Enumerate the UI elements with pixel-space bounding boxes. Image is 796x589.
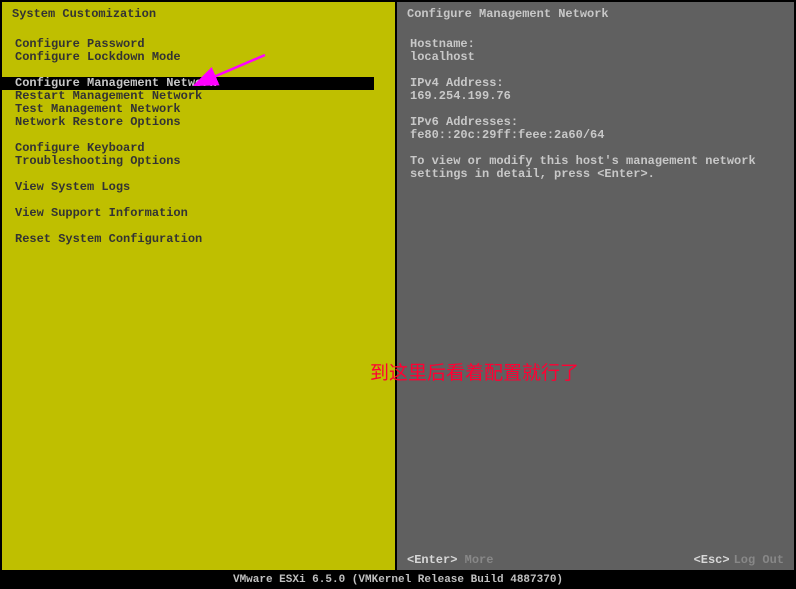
detail-panel: Hostname: localhost IPv4 Address: 169.25…: [397, 28, 794, 570]
menu-network-restore[interactable]: Network Restore Options: [15, 116, 382, 129]
menu-reset-config[interactable]: Reset System Configuration: [15, 233, 382, 246]
footer-right: <Esc> Log Out: [694, 553, 784, 567]
ipv6-value: fe80::20c:29ff:feee:2a60/64: [410, 129, 781, 142]
esc-key-label[interactable]: <Esc>: [694, 553, 730, 567]
ipv6-block: IPv6 Addresses: fe80::20c:29ff:feee:2a60…: [410, 116, 781, 142]
hostname-block: Hostname: localhost: [410, 38, 781, 64]
annotation-text: 到这里后看着配置就行了: [370, 358, 579, 385]
menu-troubleshooting[interactable]: Troubleshooting Options: [15, 155, 382, 168]
menu-group-1: Configure Password Configure Lockdown Mo…: [15, 38, 382, 64]
ipv4-block: IPv4 Address: 169.254.199.76: [410, 77, 781, 103]
help-text: To view or modify this host's management…: [410, 155, 781, 181]
esc-action-label: Log Out: [734, 553, 784, 567]
footer-left: <Enter> More: [407, 553, 493, 567]
version-bar: VMware ESXi 6.5.0 (VMKernel Release Buil…: [0, 572, 796, 589]
content-row: Configure Password Configure Lockdown Mo…: [2, 28, 794, 570]
menu-view-support[interactable]: View Support Information: [15, 207, 382, 220]
ipv4-value: 169.254.199.76: [410, 90, 781, 103]
enter-key-label[interactable]: <Enter>: [407, 553, 457, 567]
menu-group-2: Configure Management Network Restart Man…: [15, 77, 382, 129]
menu-group-6: Reset System Configuration: [15, 233, 382, 246]
menu-group-4: View System Logs: [15, 181, 382, 194]
right-header-title: Configure Management Network: [397, 2, 794, 28]
console-frame: System Customization Configure Managemen…: [2, 2, 794, 570]
menu-panel: Configure Password Configure Lockdown Mo…: [2, 28, 397, 570]
enter-action-label: More: [465, 553, 494, 567]
menu-view-logs[interactable]: View System Logs: [15, 181, 382, 194]
left-header-title: System Customization: [2, 2, 397, 28]
menu-group-3: Configure Keyboard Troubleshooting Optio…: [15, 142, 382, 168]
menu-group-5: View Support Information: [15, 207, 382, 220]
footer-bar: <Enter> More <Esc> Log Out: [397, 550, 794, 570]
header-row: System Customization Configure Managemen…: [2, 2, 794, 28]
hostname-value: localhost: [410, 51, 781, 64]
menu-configure-lockdown[interactable]: Configure Lockdown Mode: [15, 51, 382, 64]
help-block: To view or modify this host's management…: [410, 155, 781, 181]
